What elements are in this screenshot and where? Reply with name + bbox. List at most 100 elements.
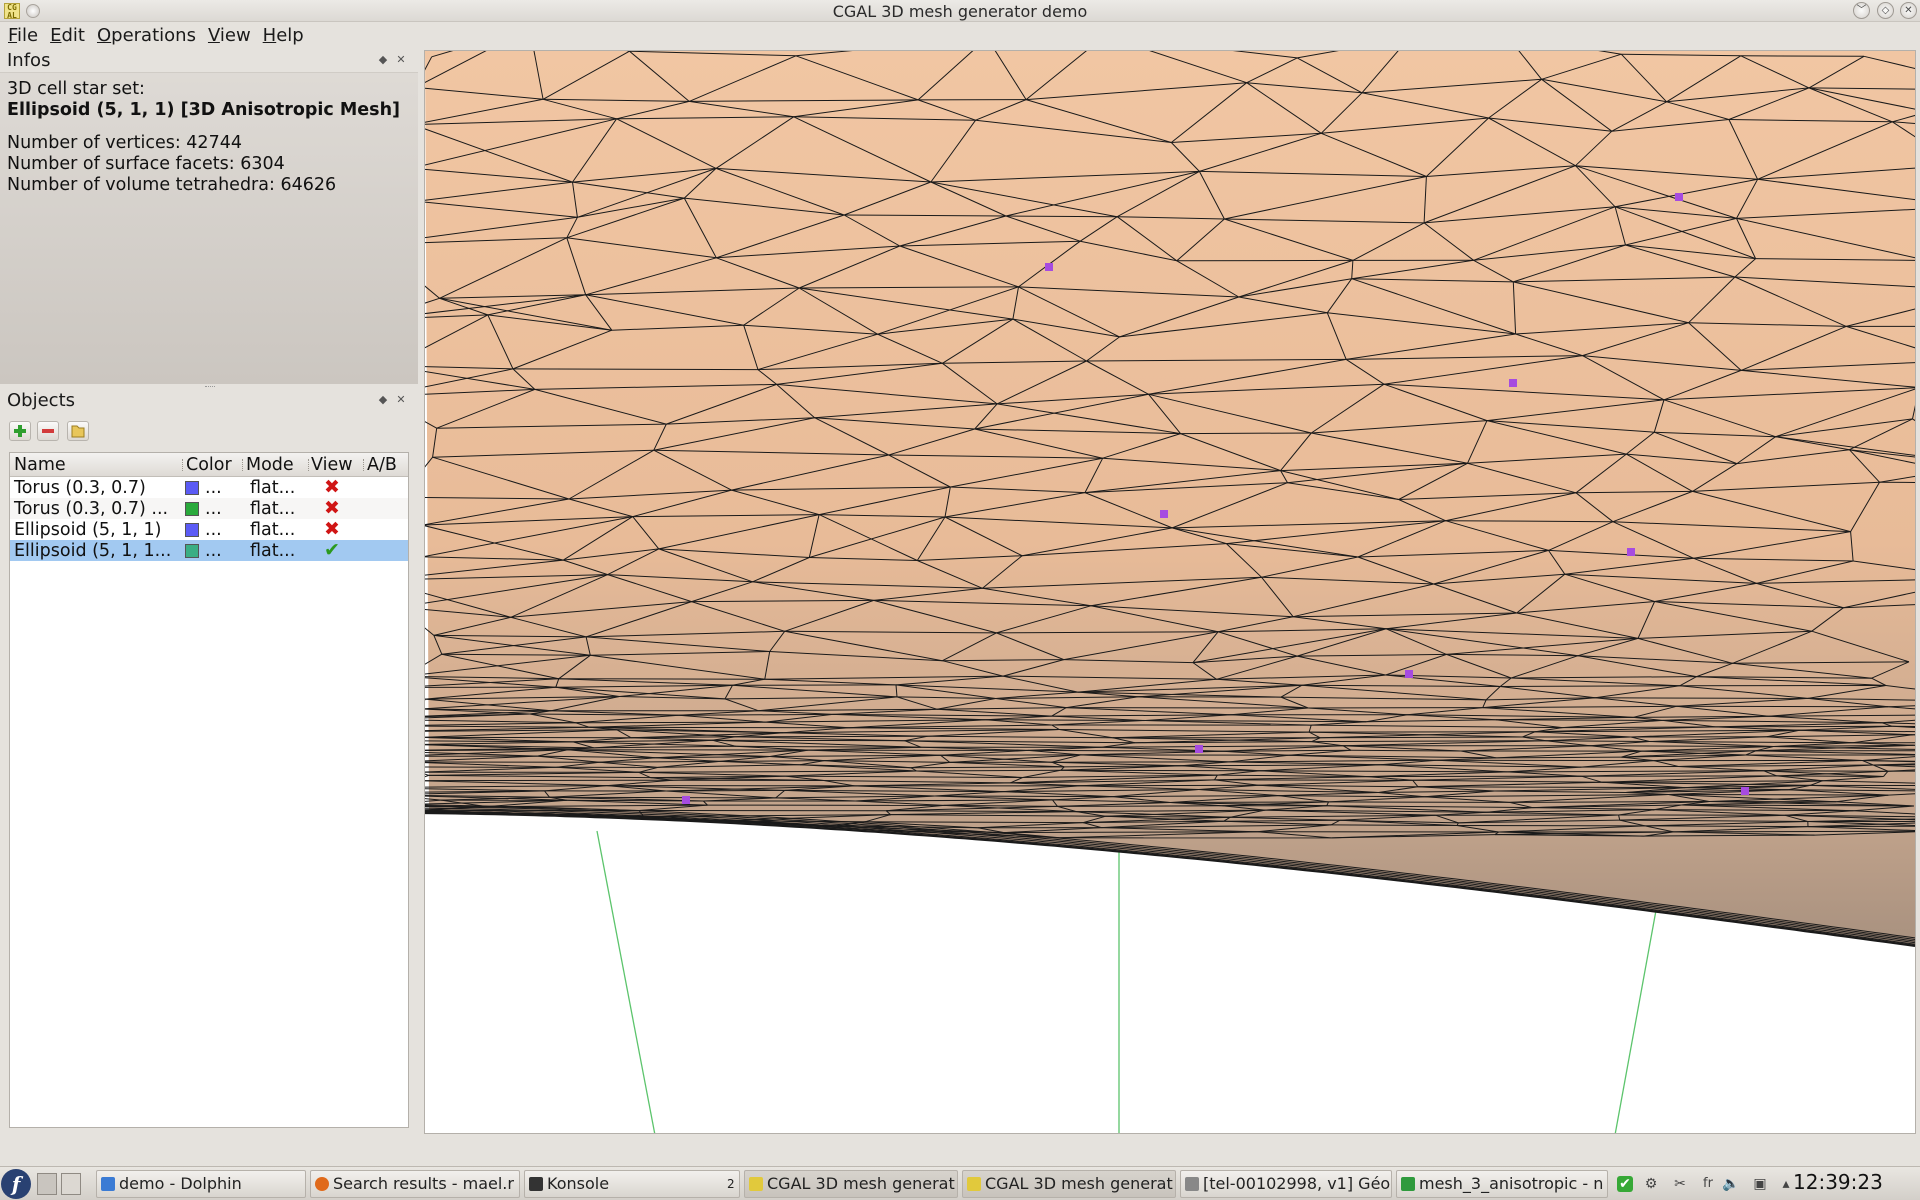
infos-float-icon[interactable]: ◆ [376,53,390,66]
vertex-marker [1195,745,1203,753]
task-editor[interactable]: mesh_3_anisotropic - n [1396,1170,1608,1198]
menu-file[interactable]: File [2,25,44,46]
infos-facets: Number of surface facets: 6304 [7,154,285,174]
load-object-button[interactable] [67,421,89,441]
clipboard-scissors-icon[interactable]: ✂ [1672,1176,1688,1192]
object-color-text: ... [205,541,222,561]
color-swatch[interactable] [185,502,199,516]
ellipsoid-surface [425,51,1915,946]
menu-view[interactable]: View [202,25,257,46]
keyboard-layout-icon[interactable]: fr [1700,1176,1716,1192]
column-separator[interactable] [182,459,183,471]
column-separator[interactable] [363,459,364,471]
menu-operations[interactable]: Operations [91,25,202,46]
menu-help[interactable]: Help [257,25,310,46]
clock[interactable]: 12:39:23 [1793,1170,1883,1194]
mesh-render[interactable] [425,51,1916,1134]
mesh-3d-viewer[interactable] [424,50,1916,1134]
visible-check-icon[interactable]: ✔ [324,539,340,561]
task-cgal-1[interactable]: CGAL 3D mesh generat [744,1170,958,1198]
color-swatch[interactable] [185,523,199,537]
network-icon[interactable]: ▣ [1752,1176,1768,1192]
mesh-edge [1005,215,1118,218]
axis-line [596,830,656,1133]
infos-item-name: Ellipsoid (5, 1, 1) [3D Anisotropic Mesh… [7,100,401,120]
objects-close-icon[interactable]: ✕ [394,393,408,406]
mesh-edge [1740,55,1865,57]
firefox-icon [315,1177,329,1191]
table-row[interactable]: Ellipsoid (5, 1, 1) ... flat... ✖ [10,518,408,540]
object-mode[interactable]: flat... [250,499,295,519]
fedora-launcher-icon[interactable]: f [1,1169,31,1199]
vertex-marker [682,796,690,804]
hidden-x-icon[interactable]: ✖ [324,518,340,540]
desktop-pager-2[interactable] [61,1173,81,1195]
vertex-marker [1405,670,1413,678]
column-separator[interactable] [308,459,309,471]
column-header-mode[interactable]: Mode [246,455,294,475]
mesh-edge [1676,705,1889,708]
mesh-edge [1328,801,1510,803]
table-row-selected[interactable]: Ellipsoid (5, 1, 1... ... flat... ✔ [10,539,408,561]
object-color-text: ... [205,520,222,540]
vertex-marker [1509,379,1517,387]
vertex-marker [1160,510,1168,518]
hidden-x-icon[interactable]: ✖ [324,476,340,498]
vertex-marker [1627,548,1635,556]
add-object-button[interactable] [9,421,31,441]
objects-table-header: Name Color Mode View A/B [10,453,408,477]
maximize-button[interactable]: ◇ [1877,2,1894,19]
objects-table: Name Color Mode View A/B Torus (0.3, 0.7… [9,452,409,1128]
object-mode[interactable]: flat... [250,541,295,561]
objects-float-icon[interactable]: ◆ [376,393,390,406]
object-name: Ellipsoid (5, 1, 1) [14,520,162,540]
table-row[interactable]: Torus (0.3, 0.7) ... flat... ✖ [10,476,408,498]
tray-expand-icon[interactable]: ▴ [1778,1176,1794,1192]
menu-edit[interactable]: Edit [44,25,91,46]
table-row[interactable]: Torus (0.3, 0.7) ... ... flat... ✖ [10,497,408,519]
volume-icon[interactable]: 🔈 [1722,1176,1739,1192]
window-title: CGAL 3D mesh generator demo [832,2,1088,21]
axis-line [1614,882,1662,1133]
window-titlebar: CG AL CGAL 3D mesh generator demo ﹀ ◇ ✕ [0,0,1920,22]
task-dolphin[interactable]: demo - Dolphin [96,1170,306,1198]
mesh-edge [1495,719,1663,721]
column-header-color[interactable]: Color [186,455,232,475]
hidden-x-icon[interactable]: ✖ [324,497,340,519]
column-header-view[interactable]: View [311,455,353,475]
document-icon [1185,1177,1199,1191]
object-mode[interactable]: flat... [250,520,295,540]
object-name: Torus (0.3, 0.7) [14,478,146,498]
remove-object-button[interactable] [37,421,59,441]
object-name: Torus (0.3, 0.7) ... [14,499,169,519]
mesh-edge [1673,830,1915,833]
editor-icon [1401,1177,1415,1191]
desktop-pager-1[interactable] [37,1173,57,1195]
window-right-edge [1916,50,1920,1134]
object-mode[interactable]: flat... [250,478,295,498]
mesh-edge [589,726,849,729]
vertex-marker [1741,787,1749,795]
column-header-name[interactable]: Name [14,455,66,475]
close-button[interactable]: ✕ [1900,2,1917,19]
infos-close-icon[interactable]: ✕ [394,53,408,66]
update-check-icon[interactable]: ✔ [1617,1176,1633,1192]
cgal-icon [967,1177,981,1191]
task-konsole[interactable]: Konsole 2 [524,1170,740,1198]
mesh-edge [512,368,759,371]
mesh-edge [1500,685,1680,687]
color-swatch[interactable] [185,544,199,558]
object-color-text: ... [205,478,222,498]
task-cgal-2[interactable]: CGAL 3D mesh generat [962,1170,1176,1198]
object-name: Ellipsoid (5, 1, 1... [14,541,172,561]
infos-vertices: Number of vertices: 42744 [7,133,242,153]
mesh-edge [1644,825,1809,828]
minimize-button[interactable]: ﹀ [1853,2,1870,19]
column-separator[interactable] [242,459,243,471]
task-document[interactable]: [tel-00102998, v1] Géo [1180,1170,1392,1198]
settings-gear-icon[interactable]: ⚙ [1643,1176,1659,1192]
color-swatch[interactable] [185,481,199,495]
konsole-icon [529,1177,543,1191]
task-browser[interactable]: Search results - mael.r [310,1170,520,1198]
column-header-ab[interactable]: A/B [367,455,397,475]
